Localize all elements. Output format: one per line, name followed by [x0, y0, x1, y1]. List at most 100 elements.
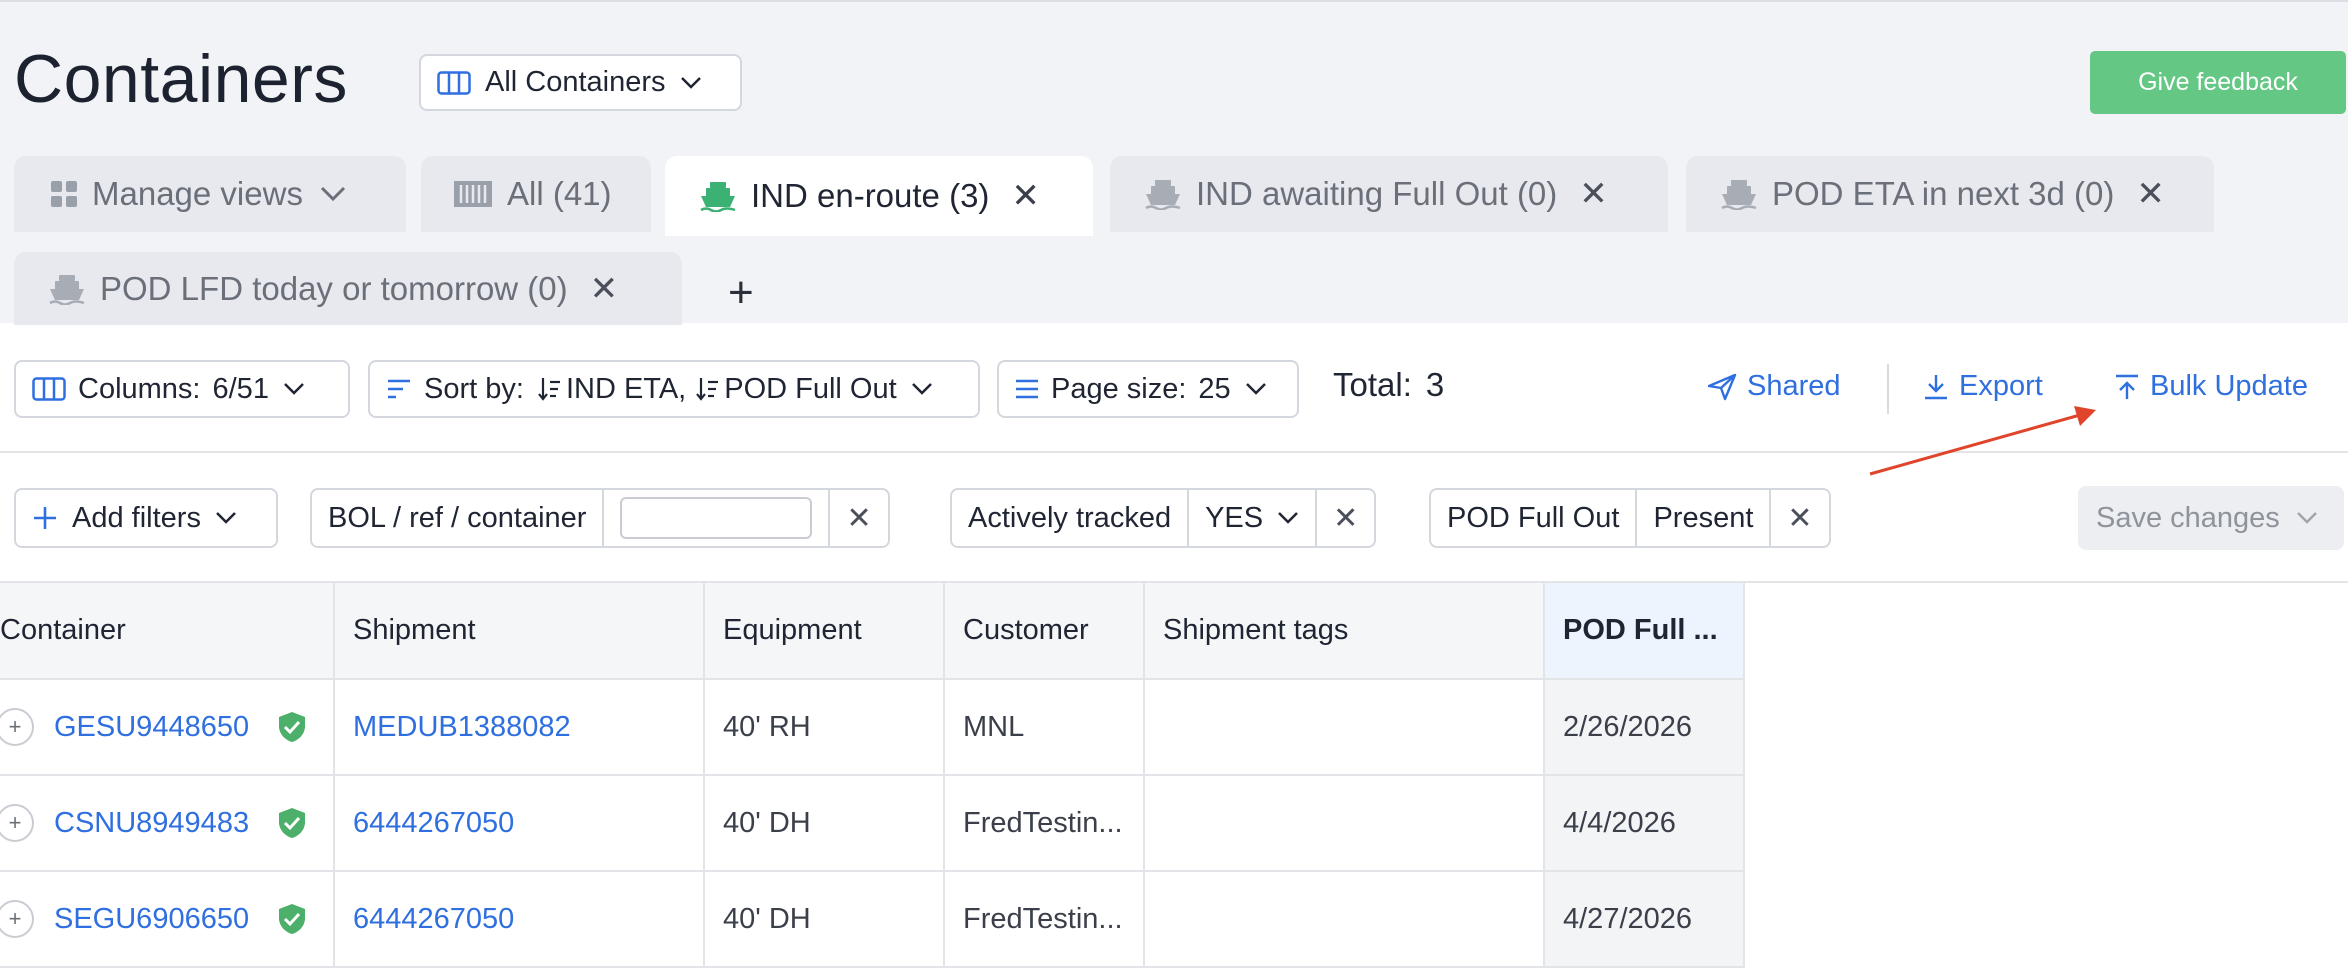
plus-icon: [34, 507, 56, 529]
column-header-equipment[interactable]: Equipment: [704, 583, 945, 680]
container-link[interactable]: SEGU6906650: [54, 903, 249, 936]
tab-pod-lfd-today-tomorrow[interactable]: POD LFD today or tomorrow (0) ✕: [14, 252, 682, 325]
sort-descending-icon: [538, 378, 560, 401]
chevron-down-icon: [320, 186, 346, 202]
column-header-shipment[interactable]: Shipment: [334, 583, 705, 680]
container-cell: + CSNU8949483: [0, 775, 335, 872]
container-link[interactable]: CSNU8949483: [54, 807, 249, 840]
shipment-link[interactable]: 6444267050: [353, 903, 514, 935]
export-label: Export: [1959, 370, 2043, 402]
give-feedback-button[interactable]: Give feedback: [2090, 51, 2346, 114]
grid-icon: [51, 181, 77, 207]
page-size-value: 25: [1198, 372, 1231, 405]
columns-button[interactable]: Columns: 6/51: [14, 360, 350, 418]
save-changes-button[interactable]: Save changes: [2078, 486, 2344, 550]
sort-label: Sort by:: [424, 372, 524, 405]
tracked-filter-select[interactable]: YES: [1189, 490, 1318, 546]
equipment-cell: 40' RH: [704, 679, 945, 776]
columns-icon: [32, 377, 66, 401]
close-icon[interactable]: ✕: [2136, 174, 2165, 214]
column-header-customer[interactable]: Customer: [944, 583, 1145, 680]
add-filters-content: Add filters: [16, 490, 253, 546]
column-header-pod-full-out[interactable]: POD Full ...: [1544, 583, 1745, 680]
tab-label: Manage views: [92, 175, 303, 212]
column-header-shipment-tags[interactable]: Shipment tags: [1144, 583, 1545, 680]
sort-value-2: POD Full Out: [724, 372, 897, 405]
shipment-cell: 6444267050: [334, 871, 705, 968]
shared-button[interactable]: Shared: [1707, 370, 1841, 403]
tab-label: POD ETA in next 3d (0): [1772, 175, 2115, 212]
close-icon[interactable]: ✕: [590, 269, 619, 309]
shipment-link[interactable]: MEDUB1388082: [353, 711, 571, 743]
expand-row-icon[interactable]: +: [0, 804, 34, 842]
sort-icon: [388, 379, 410, 399]
tab-label: IND awaiting Full Out (0): [1196, 175, 1558, 212]
view-selector[interactable]: All Containers: [419, 54, 742, 111]
shipment-tags-cell: [1144, 775, 1545, 872]
tab-label: IND en-route (3): [751, 177, 990, 214]
tab-manage-views[interactable]: Manage views: [14, 156, 406, 232]
export-button[interactable]: Export: [1923, 370, 2043, 403]
containers-table: Container Shipment Equipment Customer Sh…: [0, 583, 1745, 968]
remove-filter-icon[interactable]: ✕: [830, 490, 887, 546]
pod-full-out-filter: POD Full Out Present ✕: [1429, 488, 1831, 548]
pod-full-out-cell: 4/27/2026: [1544, 871, 1745, 968]
pod-full-out-cell: 4/4/2026: [1544, 775, 1745, 872]
tab-all[interactable]: All (41): [421, 156, 651, 232]
table-row: + SEGU6906650 6444267050 40' DH FredTest…: [0, 871, 1745, 968]
ship-icon: [1721, 180, 1757, 210]
chevron-down-icon: [1278, 512, 1298, 524]
equipment-cell: 40' DH: [704, 871, 945, 968]
tracked-filter-value: YES: [1205, 501, 1264, 534]
search-filter: BOL / ref / container ✕: [310, 488, 890, 548]
pod-full-out-cell: 2/26/2026: [1544, 679, 1745, 776]
container-link[interactable]: GESU9448650: [54, 711, 249, 744]
customer-cell: FredTestin...: [944, 775, 1145, 872]
tab-label: POD LFD today or tomorrow (0): [100, 269, 568, 307]
shipment-link[interactable]: 6444267050: [353, 807, 514, 839]
tab-label: All (41): [507, 175, 612, 212]
equipment-cell: 40' DH: [704, 775, 945, 872]
search-input[interactable]: [620, 497, 813, 539]
tab-ind-awaiting-full-out[interactable]: IND awaiting Full Out (0) ✕: [1110, 156, 1668, 232]
columns-icon: [437, 70, 471, 95]
ship-icon: [49, 274, 85, 305]
table-row: + CSNU8949483 6444267050 40' DH FredTest…: [0, 775, 1745, 872]
table-header-row: Container Shipment Equipment Customer Sh…: [0, 583, 1745, 680]
tracked-shield-icon: [277, 807, 307, 839]
page-size-label: Page size:: [1051, 372, 1187, 405]
add-filters-label: Add filters: [72, 501, 201, 534]
bulk-update-button[interactable]: Bulk Update: [2114, 370, 2308, 403]
pod-filter-value[interactable]: Present: [1637, 490, 1772, 546]
chevron-down-icon: [2296, 512, 2317, 524]
tab-pod-eta-next-3d[interactable]: POD ETA in next 3d (0) ✕: [1686, 156, 2214, 232]
total-count: Total: 3: [1333, 366, 1444, 404]
download-icon: [1925, 374, 1947, 399]
page-size-button[interactable]: Page size: 25: [997, 360, 1299, 418]
column-header-container[interactable]: Container: [0, 583, 335, 680]
tab-ind-en-route[interactable]: IND en-route (3) ✕: [665, 156, 1093, 236]
add-filters-button[interactable]: Add filters: [14, 488, 278, 548]
container-cell: + GESU9448650: [0, 679, 335, 776]
remove-filter-icon[interactable]: ✕: [1317, 490, 1374, 546]
columns-value: 6/51: [212, 372, 269, 405]
expand-row-icon[interactable]: +: [0, 900, 34, 938]
tracked-shield-icon: [277, 711, 307, 743]
header-area: Containers All Containers Give feedback …: [0, 0, 2348, 325]
chevron-down-icon: [1245, 383, 1266, 395]
sort-button[interactable]: Sort by: IND ETA, POD Full Out: [368, 360, 980, 418]
bulk-update-label: Bulk Update: [2150, 370, 2308, 402]
add-tab-button[interactable]: +: [728, 268, 754, 318]
close-icon[interactable]: ✕: [1011, 176, 1040, 216]
columns-label: Columns:: [78, 372, 201, 405]
expand-row-icon[interactable]: +: [0, 708, 34, 746]
chevron-down-icon: [680, 76, 701, 89]
search-filter-input-wrap: [604, 490, 831, 546]
close-icon[interactable]: ✕: [1579, 174, 1608, 214]
container-cell: + SEGU6906650: [0, 871, 335, 968]
tracked-shield-icon: [277, 903, 307, 935]
customer-cell: MNL: [944, 679, 1145, 776]
remove-filter-icon[interactable]: ✕: [1771, 490, 1828, 546]
shared-label: Shared: [1747, 370, 1841, 402]
table-row: + GESU9448650 MEDUB1388082 40' RH MNL 2/…: [0, 679, 1745, 776]
